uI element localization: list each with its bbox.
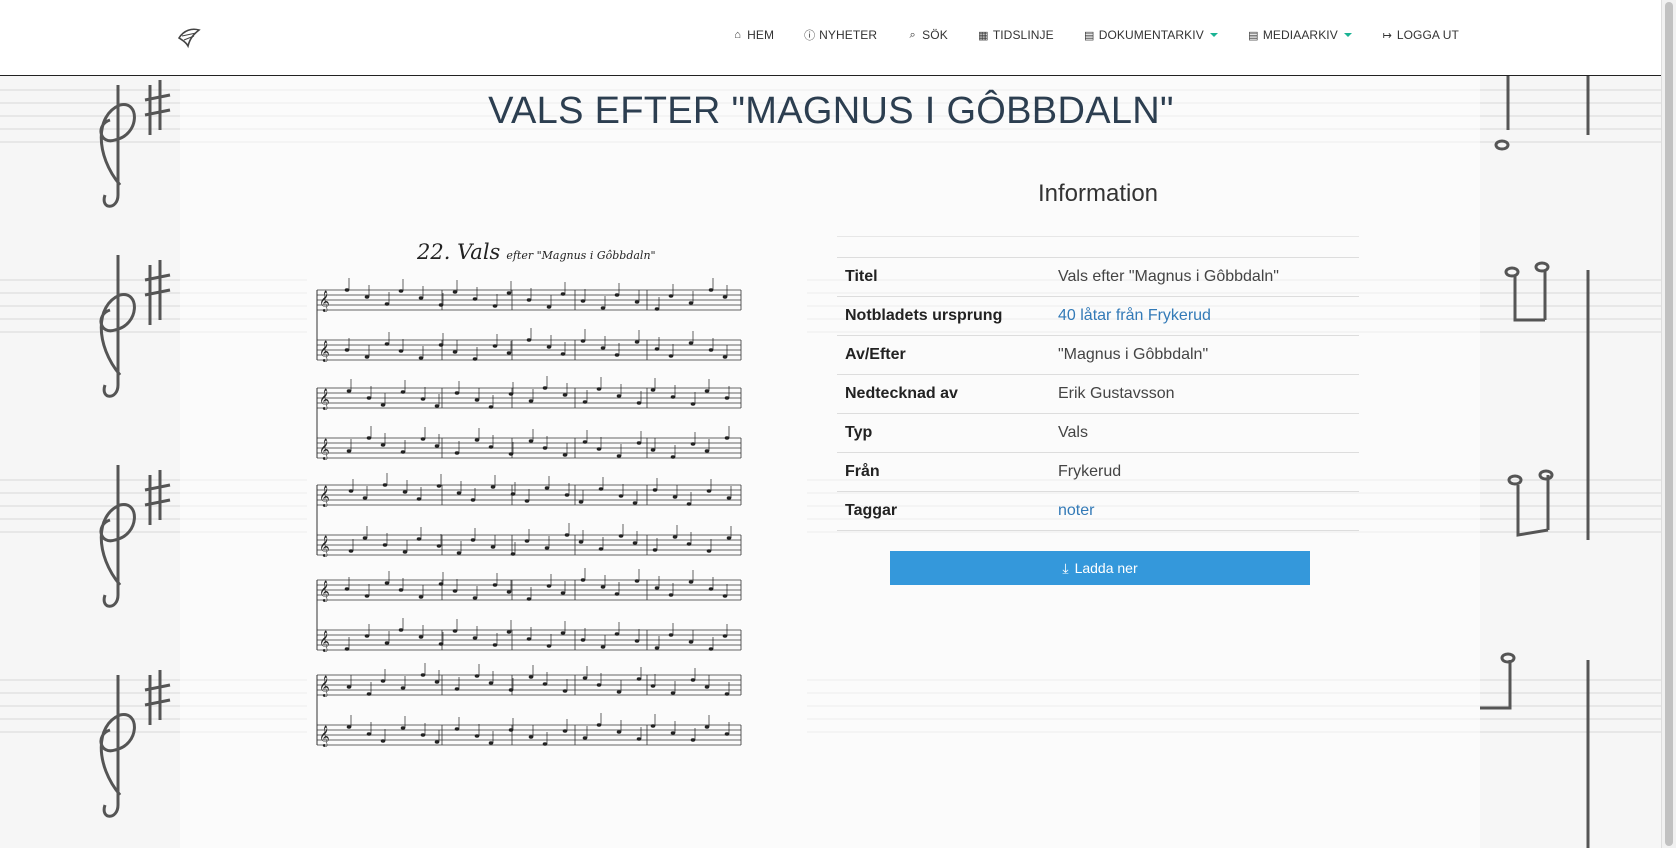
info-value: Erik Gustavsson: [1050, 374, 1359, 414]
nav-label: DOKUMENTARKIV: [1098, 28, 1204, 42]
info-key: Titel: [837, 257, 1050, 297]
info-key: Typ: [837, 413, 1050, 453]
logout-icon: ↦: [1382, 29, 1392, 42]
info-key: Från: [837, 452, 1050, 492]
nav-label: LOGGA UT: [1396, 28, 1459, 42]
nav-item-tidslinje[interactable]: ▦ TIDSLINJE: [963, 28, 1069, 42]
info-row: Av/Efter "Magnus i Gôbbdaln": [837, 335, 1359, 375]
caret-down-icon: [1209, 33, 1218, 37]
svg-text:𝄞: 𝄞: [319, 341, 330, 362]
info-row: Taggar noter: [837, 491, 1359, 531]
info-row: Från Frykerud: [837, 452, 1359, 492]
info-value: Frykerud: [1050, 452, 1359, 492]
document-icon: ▤: [1248, 29, 1259, 42]
download-button[interactable]: ⤓ Ladda ner: [890, 551, 1310, 585]
info-key: Nedtecknad av: [837, 374, 1050, 414]
info-value: Vals efter "Magnus i Gôbbdaln": [1050, 257, 1359, 297]
search-icon: ⌕: [909, 28, 916, 41]
nav-item-logga-ut[interactable]: ↦ LOGGA UT: [1367, 28, 1474, 42]
info-value: Vals: [1050, 413, 1359, 453]
nav-item-sök[interactable]: ⌕ SÖK: [892, 28, 963, 42]
nav-label: SÖK: [922, 28, 948, 42]
svg-text:𝄞: 𝄞: [319, 536, 330, 557]
home-icon: ⌂: [734, 29, 742, 41]
svg-text:𝄞: 𝄞: [319, 676, 330, 697]
caret-down-icon: [1343, 33, 1352, 37]
information-heading: Information: [837, 180, 1359, 237]
info-value: "Magnus i Gôbbdaln": [1050, 335, 1359, 375]
info-row: Nedtecknad av Erik Gustavsson: [837, 374, 1359, 414]
info-row: Notbladets ursprung 40 låtar från Frykeru…: [837, 296, 1359, 336]
info-value-link[interactable]: 40 låtar från Frykerud: [1050, 296, 1359, 336]
svg-text:𝄞: 𝄞: [319, 389, 330, 410]
nav-label: MEDIAARKIV: [1262, 28, 1338, 42]
svg-text:𝄞: 𝄞: [319, 486, 330, 507]
info-key: Taggar: [837, 491, 1050, 531]
information-table: Titel Vals efter "Magnus i Gôbbdaln" Notbl…: [837, 257, 1359, 531]
document-icon: ▤: [1083, 29, 1095, 42]
page-scrollbar[interactable]: [1661, 0, 1676, 848]
scrollbar-thumb[interactable]: [1665, 2, 1673, 846]
top-navbar: ⌂ HEM ⓘ NYHETER ⌕ SÖK ▦ TIDSLINJE ▤ DOKUMENTARKIV…: [0, 0, 1662, 76]
svg-text:𝄞: 𝄞: [319, 291, 330, 312]
page-title: VALS EFTER "MAGNUS I GÔBBDALN": [488, 90, 1174, 132]
nav-item-nyheter[interactable]: ⓘ NYHETER: [789, 27, 892, 43]
info-icon: ⓘ: [804, 30, 816, 42]
background-sheet-music: [0, 75, 1662, 848]
calendar-icon: ▦: [978, 29, 989, 42]
svg-text:𝄞: 𝄞: [319, 581, 330, 602]
svg-text:𝄞: 𝄞: [319, 726, 330, 747]
main-nav: ⌂ HEM ⓘ NYHETER ⌕ SÖK ▦ TIDSLINJE ▤ DOKUMENTARKIV…: [717, 0, 1474, 70]
nav-label: HEM: [747, 28, 775, 42]
nav-label: NYHETER: [819, 28, 878, 42]
info-value-link[interactable]: noter: [1050, 491, 1359, 531]
logo-icon[interactable]: [176, 24, 202, 50]
info-key: Av/Efter: [837, 335, 1050, 375]
score-staves: 𝄞 𝄞 𝄞 𝄞 𝄞 𝄞 𝄞 𝄞 𝄞 𝄞: [316, 278, 742, 747]
download-label: Ladda ner: [1074, 560, 1138, 576]
nav-label: TIDSLINJE: [992, 28, 1054, 42]
download-icon: ⤓: [1062, 559, 1069, 576]
info-key: Notbladets ursprung: [837, 296, 1050, 336]
svg-text:𝄞: 𝄞: [319, 631, 330, 652]
info-row: Titel Vals efter "Magnus i Gôbbdaln": [837, 257, 1359, 297]
nav-item-dokumentarkiv[interactable]: ▤ DOKUMENTARKIV: [1069, 28, 1233, 42]
info-row: Typ Vals: [837, 413, 1359, 453]
svg-text:𝄞: 𝄞: [319, 439, 330, 460]
nav-item-hem[interactable]: ⌂ HEM: [717, 28, 789, 42]
sheet-music-image[interactable]: 22. Vals efter "Magnus i Gôbbdaln" 𝄞 𝄞 𝄞 𝄞 𝄞 𝄞…: [307, 200, 807, 800]
nav-item-mediaarkiv[interactable]: ▤ MEDIAARKIV: [1233, 28, 1367, 42]
information-panel: Information Titel Vals efter "Magnus i Gô…: [837, 180, 1359, 531]
